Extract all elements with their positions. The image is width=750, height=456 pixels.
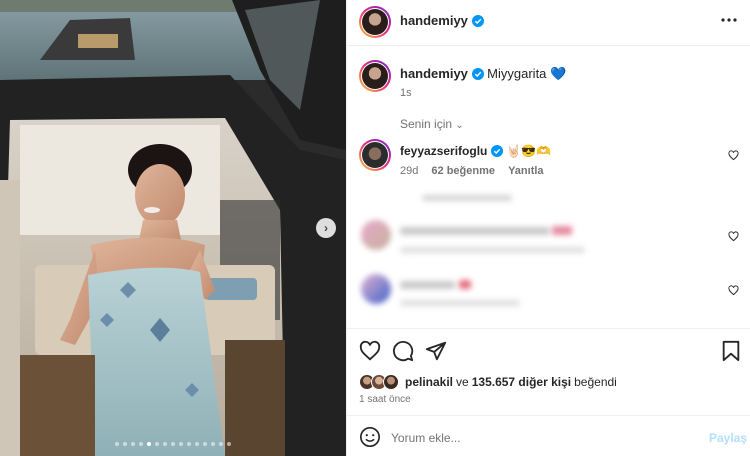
likes-count[interactable]: 135.657 diğer kişi xyxy=(472,375,571,389)
author-username[interactable]: handemiyy xyxy=(400,13,468,28)
comment-likes[interactable]: 62 beğenme xyxy=(431,165,495,177)
blurred-view-replies xyxy=(422,195,512,201)
blurred-commenter-avatar xyxy=(361,274,391,304)
comment-reply-button[interactable]: Yanıtla xyxy=(508,165,543,177)
post-photo[interactable]: › xyxy=(0,0,346,456)
comment-input[interactable] xyxy=(391,428,681,448)
carousel-dot xyxy=(211,442,215,446)
comment-like-heart-icon[interactable] xyxy=(728,231,739,242)
heart-icon[interactable] xyxy=(359,340,381,362)
carousel-dot xyxy=(155,442,159,446)
post-comment-button[interactable]: Paylaş xyxy=(709,431,747,445)
comment-like-heart-icon[interactable] xyxy=(728,285,739,296)
post-side-panel: handemiyy handemiyy Miyygarita 💙 1s Seni… xyxy=(346,0,750,456)
carousel-dot xyxy=(171,442,175,446)
carousel-dot xyxy=(163,442,167,446)
comment-filter-dropdown[interactable]: Senin için ⌄ xyxy=(400,117,464,131)
liked-by-username[interactable]: pelinakil xyxy=(405,375,453,389)
carousel-dot xyxy=(115,442,119,446)
carousel-dot xyxy=(139,442,143,446)
caption-time: 1s xyxy=(400,87,412,99)
blurred-commenter-avatar xyxy=(361,220,391,250)
more-options-button[interactable] xyxy=(719,12,739,28)
carousel-dots xyxy=(0,442,346,446)
verified-badge-icon xyxy=(490,145,503,157)
carousel-dot xyxy=(179,442,183,446)
send-icon[interactable] xyxy=(425,340,447,362)
likes-connector: ve xyxy=(456,375,469,389)
emoji-icon[interactable] xyxy=(359,426,381,448)
comment-filter-label: Senin için xyxy=(400,117,453,131)
comment-username[interactable]: feyyazserifoglu xyxy=(400,144,487,158)
blurred-comment-meta xyxy=(400,247,585,253)
blurred-comment-meta xyxy=(400,300,520,306)
more-horizontal-icon xyxy=(721,18,737,22)
post-timestamp: 1 saat önce xyxy=(359,394,411,405)
carousel-dot xyxy=(195,442,199,446)
commenter-avatar[interactable] xyxy=(359,139,391,171)
blurred-comment-text xyxy=(400,281,455,289)
comment-time: 29d xyxy=(400,165,419,177)
blurred-comment-emoji xyxy=(552,226,572,235)
liked-by-row: pelinakil ve 135.657 diğer kişi beğendi xyxy=(359,374,617,390)
carousel-dot xyxy=(123,442,127,446)
bookmark-icon[interactable] xyxy=(721,340,741,362)
caption-text: Miyygarita xyxy=(487,66,547,81)
comment-icon[interactable] xyxy=(392,340,414,362)
verified-badge-icon xyxy=(471,15,484,27)
carousel-dot xyxy=(131,442,135,446)
carousel-dot xyxy=(187,442,191,446)
chevron-down-icon: ⌄ xyxy=(455,120,464,131)
carousel-next-button[interactable]: › xyxy=(316,218,336,238)
blurred-comment-text xyxy=(400,227,550,235)
liker-avatars xyxy=(359,374,401,390)
chevron-right-icon: › xyxy=(324,221,328,235)
caption-avatar[interactable] xyxy=(359,60,391,92)
comment-text: 🤘🏻😎🫶 xyxy=(506,144,551,158)
blurred-comment-emoji xyxy=(459,280,471,289)
author-avatar[interactable] xyxy=(359,6,391,38)
comment-like-heart-icon[interactable] xyxy=(728,150,739,161)
likes-suffix: beğendi xyxy=(574,375,617,389)
caption-emoji: 💙 xyxy=(550,66,567,81)
carousel-dot xyxy=(147,442,151,446)
caption-username[interactable]: handemiyy xyxy=(400,66,468,81)
header-divider xyxy=(347,45,750,46)
carousel-dot xyxy=(203,442,207,446)
carousel-dot xyxy=(227,442,231,446)
carousel-dot xyxy=(219,442,223,446)
photo-illustration xyxy=(0,0,346,456)
actions-divider xyxy=(347,328,750,329)
comment-box-divider xyxy=(347,415,750,416)
verified-badge-icon xyxy=(471,68,484,80)
